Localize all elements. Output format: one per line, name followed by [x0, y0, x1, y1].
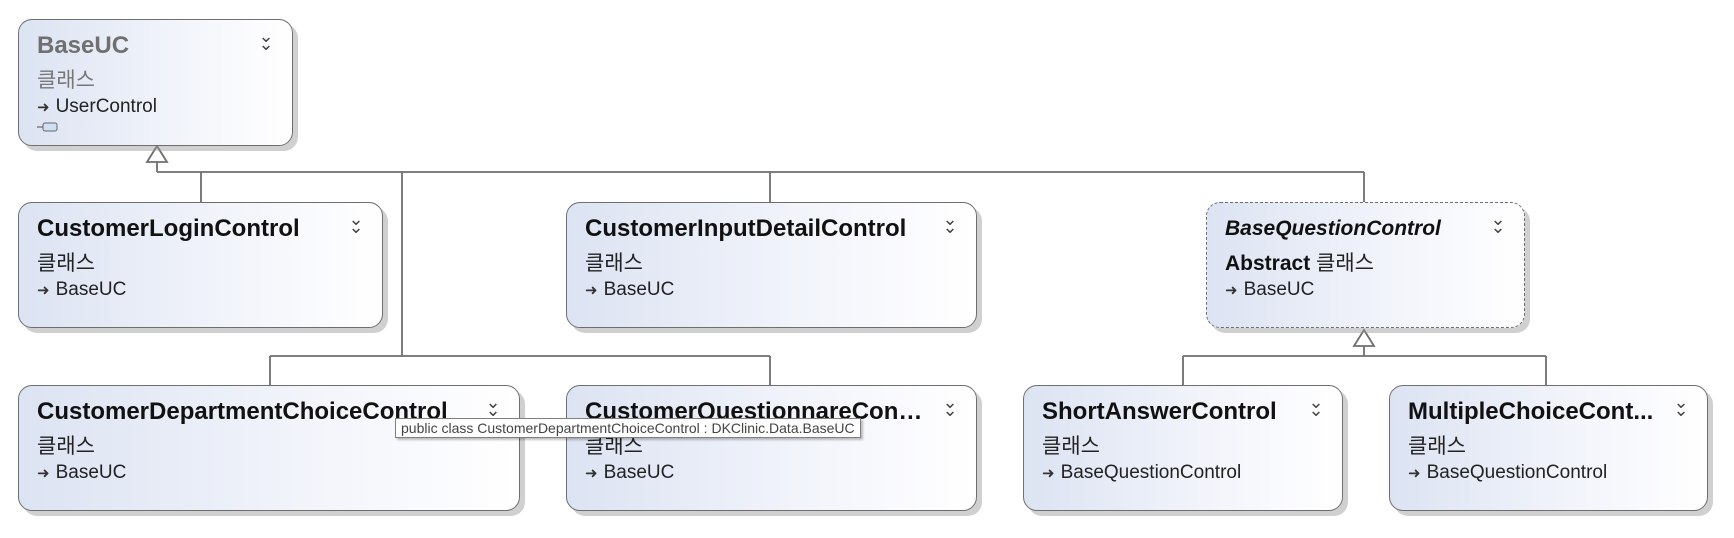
base-class-label: BaseUC: [603, 279, 675, 300]
class-box-customer-department-choice-control[interactable]: CustomerDepartmentChoiceControl 클래스 ➜ Bas…: [18, 385, 520, 511]
arrow-right-icon: ➜: [1225, 282, 1238, 299]
arrow-right-icon: ➜: [1042, 465, 1055, 482]
arrow-right-icon: ➜: [585, 465, 598, 482]
collapse-chevron-icon[interactable]: ⌄ ⌄: [938, 210, 962, 237]
base-class-label: BaseUC: [1243, 279, 1315, 300]
base-class-label: BaseUC: [603, 462, 675, 483]
inheritance-arrowhead: [145, 144, 169, 163]
class-kind: Abstract 클래스: [1225, 247, 1374, 277]
base-class-label: BaseUC: [55, 462, 127, 483]
collapse-chevron-icon[interactable]: ⌄ ⌄: [344, 210, 368, 237]
class-name: CustomerLoginControl: [37, 215, 300, 242]
class-kind: 클래스: [585, 252, 643, 275]
class-kind: 클래스: [37, 252, 95, 275]
base-class-label: UserControl: [55, 96, 157, 117]
collapse-chevron-icon[interactable]: ⌄ ⌄: [254, 27, 278, 54]
class-name: MultipleChoiceCont...: [1408, 398, 1654, 425]
inheritance-arrowhead: [1352, 328, 1376, 347]
class-name: ShortAnswerControl: [1042, 398, 1277, 425]
base-class: ➜ BaseUC: [585, 462, 674, 484]
arrow-right-icon: ➜: [37, 99, 50, 116]
arrow-right-icon: ➜: [585, 282, 598, 299]
base-class: ➜ BaseUC: [1225, 279, 1314, 301]
base-class: ➜ UserControl: [37, 96, 157, 118]
class-kind: 클래스: [37, 69, 95, 92]
class-kind-label: 클래스: [1316, 252, 1375, 275]
class-box-customer-questionnare-control[interactable]: CustomerQuestionnareCont... 클래스 ➜ BaseUC …: [566, 385, 977, 511]
base-class: ➜ BaseUC: [37, 279, 126, 301]
class-box-baseuc[interactable]: BaseUC 클래스 ➜ UserControl ⌄ ⌄: [18, 19, 293, 146]
class-name: CustomerInputDetailControl: [585, 215, 907, 242]
base-class: ➜ BaseQuestionControl: [1042, 462, 1241, 484]
collapse-chevron-icon[interactable]: ⌄ ⌄: [1486, 210, 1510, 237]
base-class-label: BaseUC: [55, 279, 127, 300]
base-class: ➜ BaseQuestionControl: [1408, 462, 1607, 484]
collapse-chevron-icon[interactable]: ⌄ ⌄: [938, 393, 962, 420]
collapse-chevron-icon[interactable]: ⌄ ⌄: [481, 393, 505, 420]
class-box-multiple-choice-control[interactable]: MultipleChoiceCont... 클래스 ➜ BaseQuestionC…: [1389, 385, 1708, 511]
base-class-label: BaseQuestionControl: [1060, 462, 1242, 483]
collapse-chevron-icon[interactable]: ⌄ ⌄: [1669, 393, 1693, 420]
class-kind: 클래스: [1408, 435, 1466, 458]
arrow-right-icon: ➜: [1408, 465, 1421, 482]
class-box-short-answer-control[interactable]: ShortAnswerControl 클래스 ➜ BaseQuestionCont…: [1023, 385, 1343, 511]
class-signature-tooltip: public class CustomerDepartmentChoiceCon…: [395, 418, 861, 438]
class-box-customer-login-control[interactable]: CustomerLoginControl 클래스 ➜ BaseUC ⌄ ⌄: [18, 202, 383, 328]
class-box-base-question-control[interactable]: BaseQuestionControl Abstract 클래스 ➜ BaseUC…: [1206, 202, 1525, 328]
base-class: ➜ BaseUC: [37, 462, 126, 484]
class-name: BaseUC: [37, 32, 130, 59]
abstract-modifier: Abstract: [1225, 252, 1311, 275]
collapse-chevron-icon[interactable]: ⌄ ⌄: [1304, 393, 1328, 420]
class-box-customer-input-detail-control[interactable]: CustomerInputDetailControl 클래스 ➜ BaseUC ⌄…: [566, 202, 977, 328]
arrow-right-icon: ➜: [37, 282, 50, 299]
arrow-right-icon: ➜: [37, 465, 50, 482]
control-icon: [37, 122, 58, 132]
class-name: BaseQuestionControl: [1225, 217, 1441, 240]
class-kind: 클래스: [37, 435, 95, 458]
base-class: ➜ BaseUC: [585, 279, 674, 301]
class-kind: 클래스: [1042, 435, 1100, 458]
base-class-label: BaseQuestionControl: [1426, 462, 1608, 483]
